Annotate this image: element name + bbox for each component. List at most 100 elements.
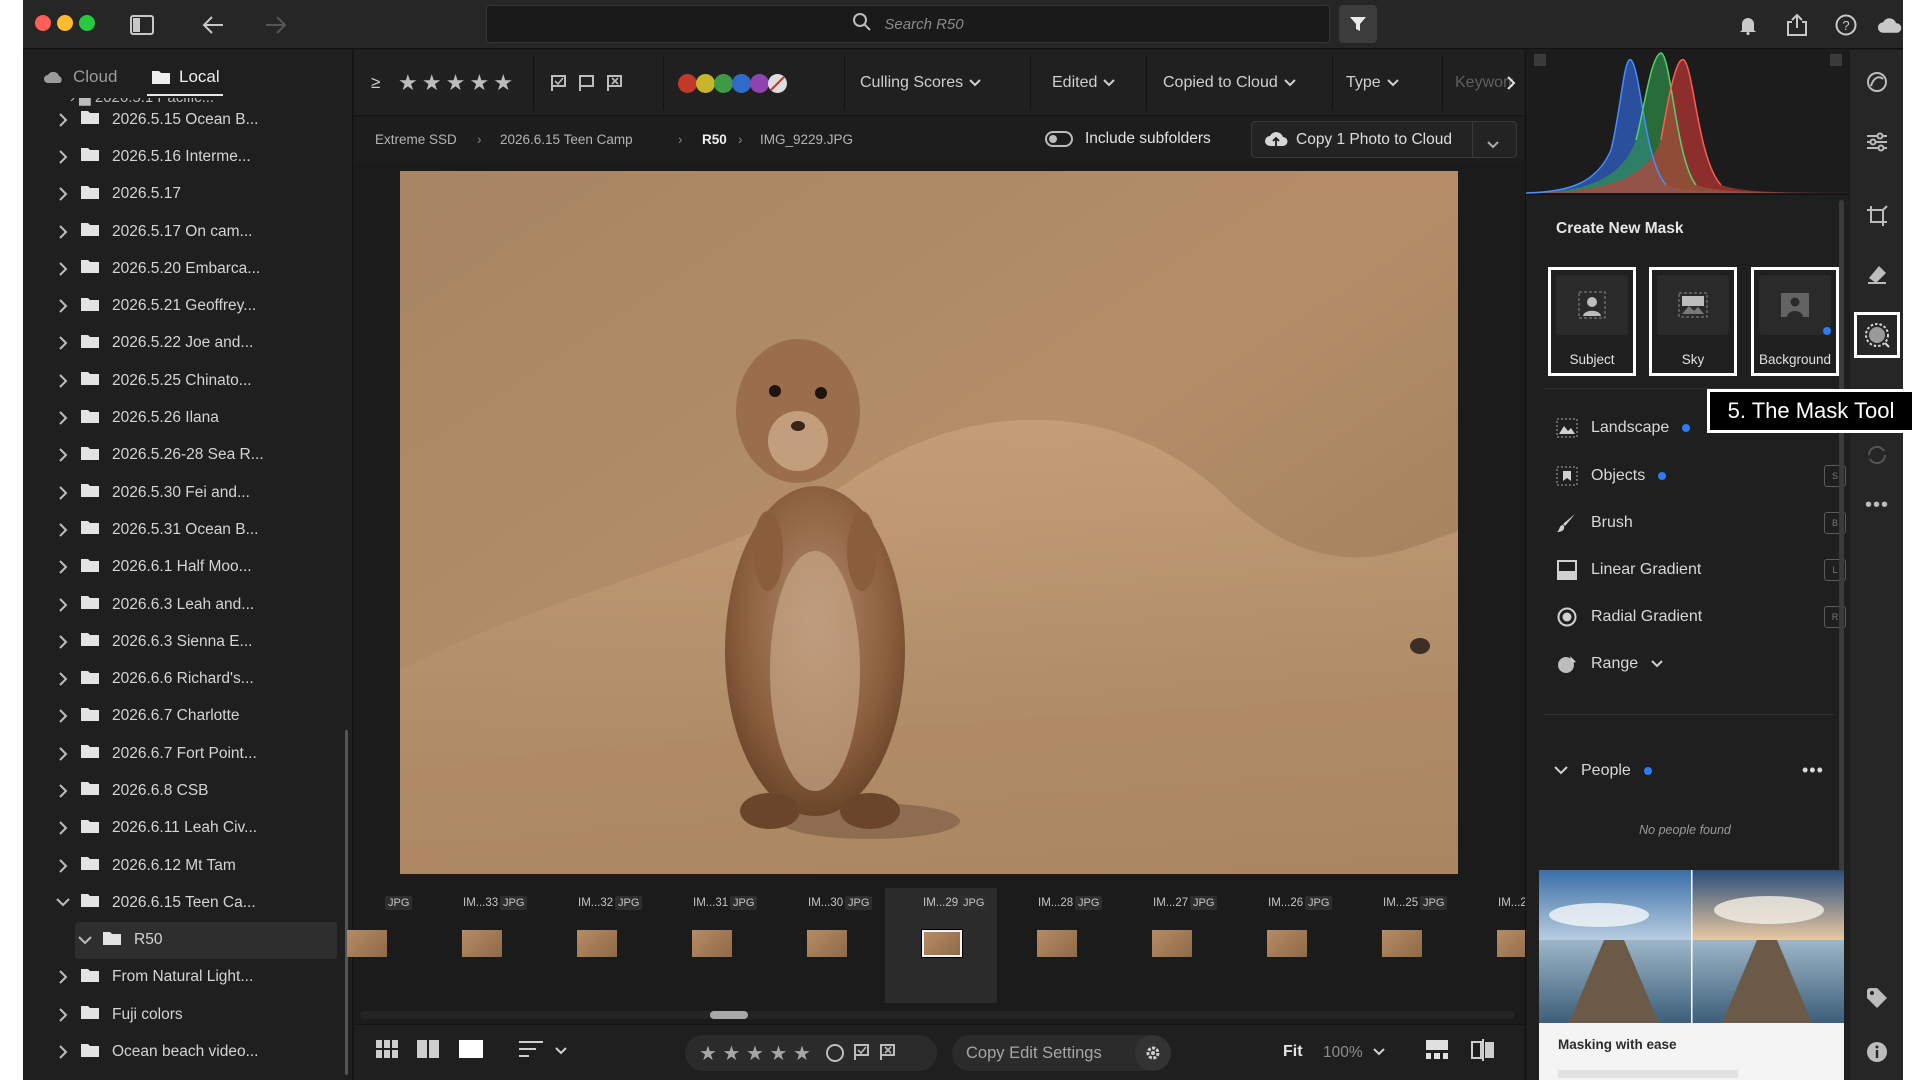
panel-scrollbar[interactable] [1839,200,1844,905]
folder-item[interactable]: Fuji colors [23,996,352,1033]
info-icon[interactable] [1862,1037,1892,1067]
healing-eraser-icon[interactable] [1862,259,1892,289]
folder-item[interactable]: 2026.6.12 Mt Tam [23,847,352,884]
mask-tool-button[interactable] [1854,312,1900,358]
folder-item[interactable]: 2026.6.6 Richard's... [23,660,352,697]
filmstrip-item[interactable]: IM...31 JPG [655,888,767,1003]
chevron-down-icon[interactable] [78,935,92,945]
chevron-right-icon[interactable] [56,1045,70,1059]
keywords-dropdown[interactable]: Keyword [1455,50,1513,116]
tab-cloud[interactable]: Cloud [43,64,117,90]
folder-item[interactable]: 2026.5.25 Chinato... [23,362,352,399]
folder-item[interactable]: 2026.5.15 Ocean B... [23,101,352,138]
chevron-right-icon[interactable] [56,448,70,463]
include-subfolders-toggle[interactable] [1045,131,1073,147]
purple-label-dot[interactable] [750,73,769,93]
chevron-right-icon[interactable] [56,635,70,649]
tab-local[interactable]: Local [151,64,220,90]
folder-item[interactable]: 2026.5.20 Embarca... [23,250,352,287]
linear-gradient-mask-tool[interactable]: Linear Gradient L [1556,555,1846,585]
people-section-header[interactable]: People ••• [1554,756,1844,786]
chevron-right-icon[interactable] [56,970,70,985]
filmstrip-scroll-thumb[interactable] [710,1011,748,1019]
folder-item[interactable]: 2026.5.17 On cam... [23,213,352,250]
folder-item-selected[interactable]: R50 [75,921,337,959]
more-options-icon[interactable]: ••• [1802,760,1824,781]
edited-dropdown[interactable]: Edited [1052,50,1116,116]
zoom-window-button[interactable] [79,15,95,31]
chevron-right-icon[interactable] [56,485,70,500]
crop-icon[interactable] [1862,201,1892,231]
zoom-level[interactable]: 100% [1323,1044,1363,1062]
filmstrip-item[interactable]: IM...33 JPG [425,888,537,1003]
subject-mask-button[interactable]: Subject [1548,267,1636,376]
chevron-right-icon[interactable] [56,746,70,761]
culling-scores-dropdown[interactable]: Culling Scores [860,50,981,116]
filmstrip-scrollbar[interactable] [360,1011,1515,1019]
chevron-right-icon[interactable] [56,709,70,724]
square-grid-view-icon[interactable] [416,1039,440,1059]
cloud-icon[interactable] [1877,10,1903,40]
tag-icon[interactable] [1862,983,1892,1013]
chevron-right-icon[interactable] [56,262,70,276]
red-label-dot[interactable] [678,73,697,93]
radial-gradient-mask-tool[interactable]: Radial Gradient R [1556,602,1846,632]
presets-icon[interactable] [1862,67,1892,97]
rating-filter-stars[interactable]: ★ ★ ★ ★ ★ [398,50,513,116]
folder-item[interactable]: 2026.5.17 [23,176,352,213]
chevron-right-icon[interactable] [56,858,70,873]
blue-label-dot[interactable] [732,73,751,93]
star-rating[interactable]: ★ ★ ★ ★ ★ [699,1041,811,1066]
color-label-filter[interactable] [678,50,787,116]
close-window-button[interactable] [35,15,51,31]
chevron-right-icon[interactable] [56,187,70,201]
copy-edit-settings-button[interactable]: Copy Edit Settings [952,1035,1166,1071]
compare-view-icon[interactable] [1471,1039,1495,1061]
detail-view-icon[interactable] [458,1039,484,1059]
forward-arrow-icon[interactable] [261,10,291,40]
gear-icon[interactable] [1135,1035,1171,1071]
filmstrip-item-selected[interactable]: IM...29 JPG [885,888,997,1003]
chevron-right-icon[interactable] [56,411,70,425]
filmstrip-item[interactable]: JPG [310,888,422,1003]
chevron-right-icon[interactable] [1507,50,1516,116]
filmstrip-item[interactable]: IM...27 JPG [1115,888,1227,1003]
green-label-dot[interactable] [714,73,733,93]
filmstrip-toggle-icon[interactable] [1425,1039,1449,1061]
no-label-dot[interactable] [768,73,787,93]
folder-item[interactable]: Ocean beach video... [23,1033,352,1070]
chevron-right-icon[interactable] [56,150,70,164]
chevron-down-icon[interactable] [555,1047,567,1055]
filmstrip-item[interactable]: IM...26 JPG [1230,888,1342,1003]
chevron-right-icon[interactable] [56,784,70,798]
chevron-down-icon[interactable] [1487,136,1499,153]
folder-item[interactable]: 2026.5.30 Fei and... [23,474,352,511]
breadcrumb-item[interactable]: Extreme SSD [375,132,457,147]
rating-comparator[interactable]: ≥ [371,50,380,116]
chevron-right-icon[interactable] [56,374,70,388]
breadcrumb-item[interactable]: R50 [702,132,727,147]
sidebar-toggle-icon[interactable] [127,10,157,40]
folder-item[interactable]: 2026.6.15 Teen Ca... [23,884,352,921]
help-icon[interactable]: ? [1831,10,1861,40]
chevron-right-icon[interactable] [56,1008,70,1022]
chevron-right-icon[interactable] [56,336,70,351]
search-input[interactable]: Search R50 [486,5,1330,43]
folder-item[interactable]: 2026.5.16 Interme... [23,138,352,175]
folder-item[interactable]: 2026.6.7 Charlotte [23,698,352,735]
objects-mask-tool[interactable]: Objects S [1556,461,1846,491]
fit-zoom-label[interactable]: Fit [1283,1043,1303,1061]
folder-item[interactable]: 2026.6.11 Leah Civ... [23,810,352,847]
copied-to-cloud-dropdown[interactable]: Copied to Cloud [1163,50,1296,116]
chevron-right-icon[interactable] [56,597,70,612]
chevron-right-icon[interactable] [56,821,70,835]
folder-item[interactable]: 2026.5.26 Ilana [23,399,352,436]
chevron-right-icon[interactable] [56,672,70,686]
filmstrip-item[interactable]: IM...25 JPG [1345,888,1457,1003]
range-mask-tool[interactable]: Range [1556,649,1846,679]
grid-view-icon[interactable] [375,1039,399,1059]
chevron-right-icon[interactable] [56,224,70,239]
minimize-window-button[interactable] [57,15,73,31]
breadcrumb-item[interactable]: 2026.6.15 Teen Camp [500,132,633,147]
filmstrip-item[interactable]: IM...32 JPG [540,888,652,1003]
